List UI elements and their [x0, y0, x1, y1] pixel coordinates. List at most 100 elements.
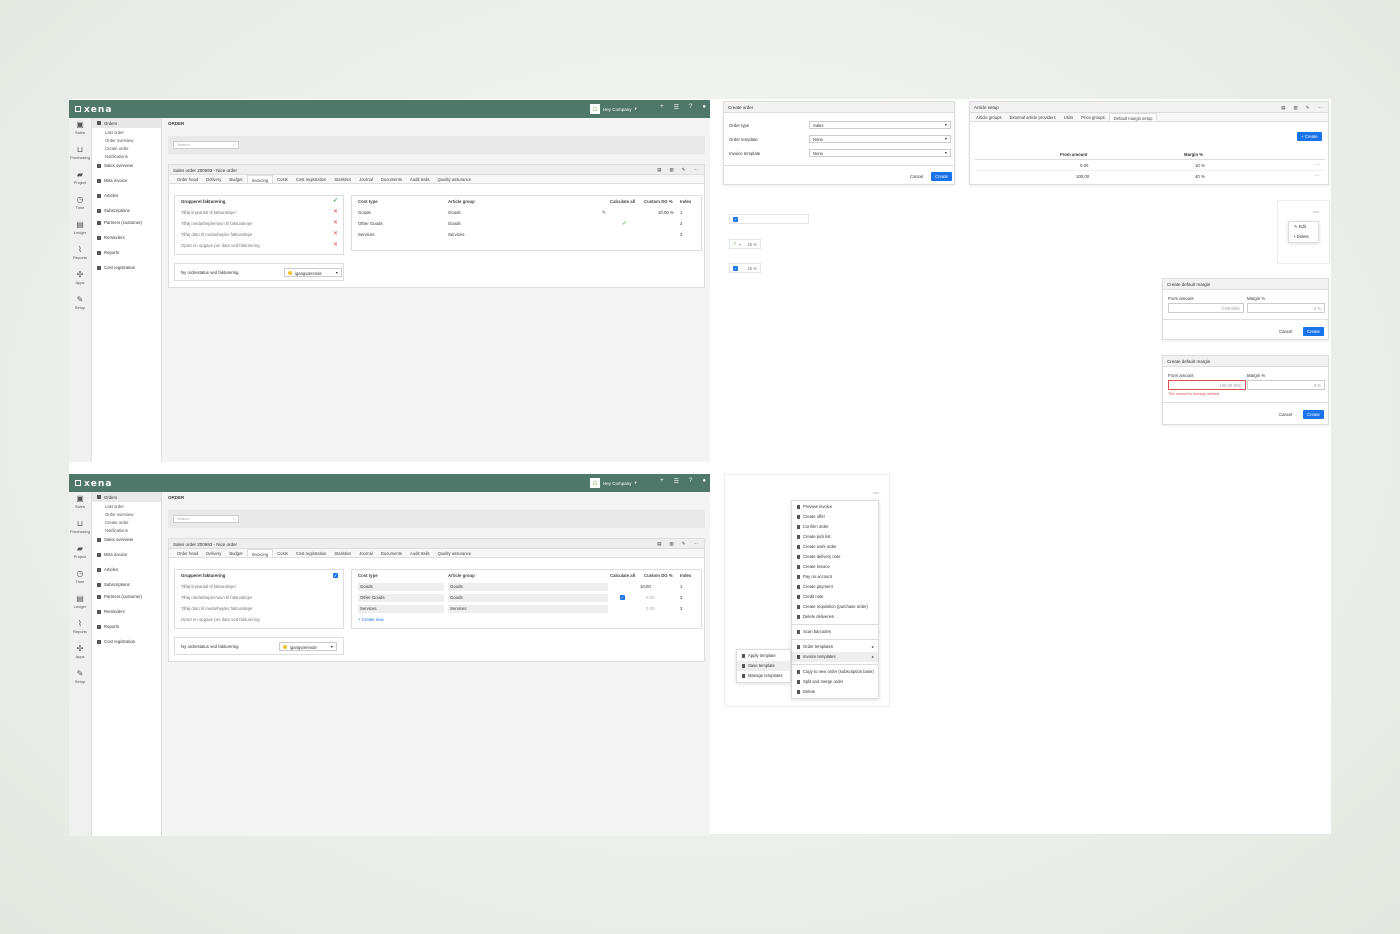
- pdf-icon[interactable]: ▤: [657, 541, 661, 547]
- sidebar-sub-order-overview[interactable]: Order overview: [92, 510, 161, 518]
- menu-item-order-templates[interactable]: Order templates ▸: [792, 642, 878, 652]
- company-switcher[interactable]: ⌂ Hey Company ▾: [590, 104, 637, 114]
- menu-item-edit[interactable]: ✎ Edit: [1289, 222, 1318, 232]
- menu-item[interactable]: Split and merge order: [792, 677, 878, 687]
- more-icon[interactable]: ⋯: [873, 490, 879, 497]
- menu-item[interactable]: Create requisition (purchase order): [792, 602, 878, 612]
- tab-budget[interactable]: Budget: [225, 175, 246, 183]
- tab-costs[interactable]: Costs: [273, 549, 292, 557]
- sidebar-sub-create-order[interactable]: Create order: [92, 518, 161, 526]
- table-row[interactable]: Other Goods Goods ✓ 0.00 2: [352, 592, 701, 603]
- tab-delivery[interactable]: Delivery: [202, 175, 225, 183]
- module-purchasing[interactable]: ⊔ Purchasing: [69, 519, 91, 542]
- table-row[interactable]: Services Services 0.00 3: [352, 603, 701, 614]
- sidebar-sub-create-order[interactable]: Create order: [92, 144, 161, 152]
- tab-default-margin-setup[interactable]: Default margin setup: [1108, 113, 1158, 121]
- tab-statistics[interactable]: Statistics: [330, 549, 355, 557]
- edit-icon[interactable]: ✎: [1306, 105, 1310, 111]
- menu-item[interactable]: Create payment: [792, 582, 878, 592]
- add-icon[interactable]: +: [660, 104, 664, 111]
- document-icon[interactable]: ▥: [669, 167, 673, 173]
- sidebar-sub-notifications[interactable]: Notifications: [92, 527, 161, 535]
- sidebar-item-partners[interactable]: Partners (customer): [92, 218, 161, 228]
- tab-invoicing[interactable]: Invoicing: [246, 175, 274, 183]
- tab-audit-trails[interactable]: Audit trails: [406, 175, 434, 183]
- checkbox-checked[interactable]: ✓: [733, 217, 738, 222]
- cancel-button[interactable]: Cancel: [906, 172, 927, 181]
- module-apps[interactable]: ✣ Apps: [69, 270, 91, 293]
- pdf-icon[interactable]: ▤: [1281, 105, 1285, 111]
- status-select[interactable]: igangværende ▾: [284, 268, 342, 277]
- order-type-select[interactable]: Sales ▾: [809, 121, 951, 129]
- menu-item-save-template[interactable]: Save template: [737, 661, 790, 671]
- more-icon[interactable]: ⋯: [1318, 105, 1323, 111]
- edit-icon[interactable]: ✎: [682, 167, 686, 173]
- search-input[interactable]: Search ⌕: [173, 515, 239, 523]
- create-button[interactable]: Create: [1303, 327, 1324, 336]
- module-setup[interactable]: ✎ Setup: [69, 295, 91, 318]
- user-icon[interactable]: ●: [702, 104, 706, 111]
- xena-logo[interactable]: xena: [75, 105, 112, 115]
- module-reports[interactable]: ⌇ Reports: [69, 245, 91, 268]
- sidebar-item-miss-invoice[interactable]: Miss invoice: [92, 176, 161, 186]
- sidebar-item-partners[interactable]: Partners (customer): [92, 592, 161, 602]
- module-time[interactable]: ◷ Time: [69, 195, 91, 218]
- rss-icon[interactable]: ☰: [674, 478, 679, 485]
- more-icon[interactable]: ⋯: [694, 541, 699, 547]
- menu-item[interactable]: Preview invoice: [792, 502, 878, 512]
- edit-icon[interactable]: ✎: [682, 541, 686, 547]
- cancel-button[interactable]: Cancel: [1275, 327, 1296, 336]
- row-menu-icon[interactable]: ⋯: [1315, 173, 1319, 179]
- help-icon[interactable]: ?: [689, 104, 692, 111]
- sidebar-item-sales-overview[interactable]: Sales overview: [92, 535, 161, 545]
- tab-costs[interactable]: Costs: [273, 175, 292, 183]
- row-menu-icon[interactable]: ⋯: [1315, 162, 1319, 168]
- module-purchasing[interactable]: ⊔ Purchasing: [69, 145, 91, 168]
- more-icon[interactable]: ⋯: [1313, 209, 1319, 216]
- rss-icon[interactable]: ☰: [674, 104, 679, 111]
- sidebar-sub-last-order[interactable]: Last order: [92, 502, 161, 510]
- checkbox-field[interactable]: ✓: [729, 214, 809, 224]
- checkbox-checked[interactable]: ✓: [333, 573, 338, 578]
- checkbox-checked[interactable]: ✓: [733, 266, 738, 271]
- menu-item[interactable]: Create offer: [792, 512, 878, 522]
- tab-invoicing[interactable]: Invoicing: [246, 549, 274, 557]
- more-icon[interactable]: ⋯: [694, 167, 699, 173]
- sidebar-item-articles[interactable]: Articles: [92, 191, 161, 201]
- create-margin-button[interactable]: + Create: [1297, 132, 1322, 141]
- menu-item[interactable]: Create delivery note: [792, 552, 878, 562]
- module-ledger[interactable]: ▤ Ledger: [69, 220, 91, 243]
- tab-journal[interactable]: Journal: [355, 175, 377, 183]
- tab-quality-assurance[interactable]: Quality assurance: [434, 175, 476, 183]
- create-button[interactable]: Create: [1303, 410, 1324, 419]
- sidebar-item-cost-registration[interactable]: Cost registration: [92, 637, 161, 647]
- tab-documents[interactable]: Documents: [377, 549, 406, 557]
- menu-item[interactable]: Create work order: [792, 542, 878, 552]
- percent-field[interactable]: ✓ 25 %: [729, 263, 761, 273]
- module-project[interactable]: ▰ Project: [69, 170, 91, 193]
- document-icon[interactable]: ▥: [1293, 105, 1297, 111]
- sidebar-sub-last-order[interactable]: Last order: [92, 128, 161, 136]
- table-row[interactable]: Goods Goods 10.00 1: [352, 581, 701, 592]
- create-button[interactable]: Create: [931, 172, 952, 181]
- tab-price-groups[interactable]: Price groups: [1077, 113, 1109, 121]
- sidebar-item-reminders[interactable]: Reminders: [92, 607, 161, 617]
- from-amount-input[interactable]: 100.00 DKK: [1168, 380, 1246, 390]
- sidebar-sub-order-overview[interactable]: Order overview: [92, 136, 161, 144]
- xena-logo[interactable]: xena: [75, 479, 112, 489]
- module-reports[interactable]: ⌇ Reports: [69, 619, 91, 642]
- tab-cost-registration[interactable]: Cost registration: [292, 549, 331, 557]
- tab-budget[interactable]: Budget: [225, 549, 246, 557]
- company-switcher[interactable]: ⌂ Hey Company ▾: [590, 478, 637, 488]
- pencil-icon[interactable]: ✎: [602, 210, 606, 216]
- tab-documents[interactable]: Documents: [377, 175, 406, 183]
- menu-item[interactable]: Create pick list: [792, 532, 878, 542]
- margin-input[interactable]: 0 %: [1247, 380, 1325, 390]
- from-amount-input[interactable]: 0.00 DKK: [1168, 303, 1244, 313]
- menu-item[interactable]: Copy to new order (subscription base): [792, 667, 878, 677]
- menu-item-manage-templates[interactable]: Manage templates: [737, 671, 790, 681]
- menu-item-invoice-templates[interactable]: Invoice templates ▸: [792, 652, 878, 662]
- module-project[interactable]: ▰ Project: [69, 544, 91, 567]
- sidebar-item-subscriptions[interactable]: Subscriptions: [92, 580, 161, 590]
- module-time[interactable]: ◷ Time: [69, 569, 91, 592]
